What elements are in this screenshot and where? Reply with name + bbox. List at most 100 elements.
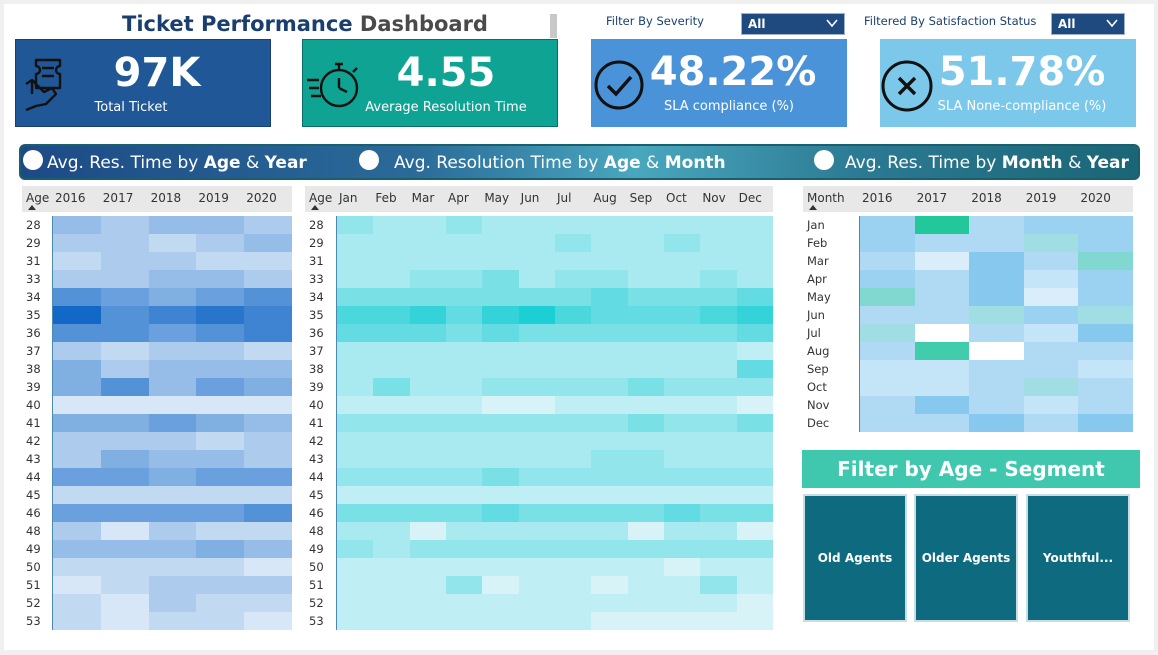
heatmap-cell[interactable] [700, 504, 737, 522]
heatmap-cell[interactable] [555, 540, 592, 558]
heatmap-cell[interactable] [409, 324, 446, 342]
heatmap-cell[interactable] [664, 450, 701, 468]
heatmap-cell[interactable] [700, 396, 737, 414]
heatmap-cell[interactable] [518, 522, 555, 540]
heatmap-cell[interactable] [148, 612, 197, 630]
heatmap-cell[interactable] [736, 540, 773, 558]
heatmap-cell[interactable] [664, 414, 701, 432]
heatmap-cell[interactable] [100, 522, 149, 540]
heatmap-cell[interactable] [860, 378, 915, 396]
heatmap-cell[interactable] [860, 414, 915, 432]
heatmap-cell[interactable] [664, 486, 701, 504]
heatmap-cell[interactable] [555, 432, 592, 450]
heatmap-cell[interactable] [244, 324, 292, 342]
heatmap-cell[interactable] [664, 576, 701, 594]
heatmap-cell[interactable] [518, 486, 555, 504]
heatmap-cell[interactable] [244, 288, 292, 306]
heatmap-cell[interactable] [700, 234, 737, 252]
heatmap-cell[interactable] [244, 486, 292, 504]
heatmap-cell[interactable] [591, 252, 628, 270]
heatmap-cell[interactable] [148, 270, 197, 288]
heatmap-cell[interactable] [53, 360, 101, 378]
heatmap-cell[interactable] [244, 216, 292, 234]
heatmap-cell[interactable] [100, 396, 149, 414]
heatmap-cell[interactable] [337, 468, 374, 486]
heatmap-cell[interactable] [482, 378, 519, 396]
heatmap-cell[interactable] [482, 396, 519, 414]
heatmap-cell[interactable] [736, 468, 773, 486]
heatmap-cell[interactable] [627, 540, 664, 558]
heatmap-cell[interactable] [196, 324, 245, 342]
heatmap-cell[interactable] [914, 414, 970, 432]
heatmap-cell[interactable] [591, 486, 628, 504]
heatmap-cell[interactable] [53, 468, 101, 486]
sort-ascending-icon[interactable] [311, 205, 319, 210]
heatmap-cell[interactable] [591, 234, 628, 252]
heatmap-cell[interactable] [860, 234, 915, 252]
heatmap-cell[interactable] [244, 612, 292, 630]
heatmap-cell[interactable] [373, 414, 410, 432]
heatmap-cell[interactable] [1023, 252, 1079, 270]
heatmap-cell[interactable] [53, 324, 101, 342]
heatmap-cell[interactable] [196, 432, 245, 450]
heatmap-cell[interactable] [244, 468, 292, 486]
heatmap-cell[interactable] [591, 450, 628, 468]
heatmap-cell[interactable] [555, 396, 592, 414]
heatmap-cell[interactable] [148, 522, 197, 540]
heatmap-cell[interactable] [337, 432, 374, 450]
heatmap-cell[interactable] [482, 270, 519, 288]
heatmap-cell[interactable] [700, 558, 737, 576]
heatmap-cell[interactable] [627, 360, 664, 378]
heatmap-cell[interactable] [969, 324, 1024, 342]
heatmap-cell[interactable] [244, 540, 292, 558]
heatmap-cell[interactable] [736, 234, 773, 252]
heatmap-cell[interactable] [914, 270, 970, 288]
heatmap-cell[interactable] [518, 576, 555, 594]
heatmap-cell[interactable] [555, 414, 592, 432]
heatmap-cell[interactable] [1078, 396, 1133, 414]
heatmap-cell[interactable] [969, 414, 1024, 432]
heatmap-cell[interactable] [446, 324, 483, 342]
heatmap-cell[interactable] [736, 522, 773, 540]
heatmap-cell[interactable] [664, 306, 701, 324]
heatmap-cell[interactable] [196, 504, 245, 522]
heatmap-cell[interactable] [53, 432, 101, 450]
heatmap-cell[interactable] [337, 360, 374, 378]
heatmap-cell[interactable] [409, 468, 446, 486]
heatmap-cell[interactable] [373, 612, 410, 630]
heatmap-cell[interactable] [664, 270, 701, 288]
heatmap-cell[interactable] [518, 468, 555, 486]
heatmap-cell[interactable] [446, 288, 483, 306]
heatmap-cell[interactable] [518, 612, 555, 630]
heatmap-cell[interactable] [446, 360, 483, 378]
heatmap-cell[interactable] [337, 270, 374, 288]
heatmap-cell[interactable] [555, 468, 592, 486]
heatmap-cell[interactable] [482, 234, 519, 252]
heatmap-cell[interactable] [518, 432, 555, 450]
heatmap-cell[interactable] [373, 360, 410, 378]
heatmap-cell[interactable] [409, 576, 446, 594]
heatmap-cell[interactable] [700, 378, 737, 396]
heatmap-cell[interactable] [518, 216, 555, 234]
heatmap-cell[interactable] [700, 414, 737, 432]
heatmap-cell[interactable] [482, 486, 519, 504]
heatmap-cell[interactable] [373, 468, 410, 486]
heatmap-cell[interactable] [446, 468, 483, 486]
heatmap-cell[interactable] [148, 504, 197, 522]
heatmap-cell[interactable] [409, 594, 446, 612]
heatmap-cell[interactable] [860, 342, 915, 360]
heatmap-cell[interactable] [409, 432, 446, 450]
heatmap-cell[interactable] [409, 504, 446, 522]
heatmap-cell[interactable] [555, 450, 592, 468]
heatmap-cell[interactable] [446, 522, 483, 540]
heatmap-cell[interactable] [627, 522, 664, 540]
heatmap-cell[interactable] [700, 540, 737, 558]
heatmap-cell[interactable] [1023, 414, 1079, 432]
heatmap-cell[interactable] [446, 612, 483, 630]
heatmap-cell[interactable] [482, 216, 519, 234]
heatmap-cell[interactable] [148, 324, 197, 342]
heatmap-cell[interactable] [664, 234, 701, 252]
heatmap-cell[interactable] [446, 252, 483, 270]
heatmap-cell[interactable] [100, 360, 149, 378]
heatmap-cell[interactable] [446, 414, 483, 432]
